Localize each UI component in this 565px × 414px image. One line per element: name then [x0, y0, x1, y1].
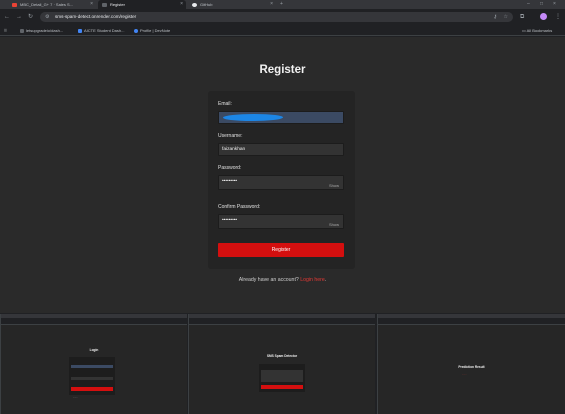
- thumbnail-title: Prediction Result: [458, 365, 485, 369]
- thumbnail-title: SMS Spam Detector: [266, 354, 298, 358]
- tab-strip: MBC_Detail_G+ 7 · Sales S... × Register …: [0, 0, 565, 9]
- minimize-icon[interactable]: –: [527, 0, 530, 9]
- thumbnail-title: Login: [89, 348, 99, 352]
- tab-github[interactable]: GitHub ×: [188, 0, 276, 9]
- username-field[interactable]: faizankhan: [218, 143, 344, 156]
- bookmark-favicon-icon: [20, 28, 24, 33]
- toolbar: ← → ↻ ⚙ sms-spam-detect.onrender.com/reg…: [0, 9, 565, 25]
- password-field[interactable]: ••••••••• Show: [218, 175, 344, 190]
- url-text: sms-spam-detect.onrender.com/register: [55, 14, 137, 19]
- register-card: Email: Username: faizankhan Password: ••…: [208, 91, 355, 269]
- close-tab-icon[interactable]: ×: [270, 0, 273, 9]
- bookmark-label: letsupgradeio/dash...: [26, 28, 64, 33]
- bookmark-item[interactable]: letsupgradeio/dash...: [20, 25, 63, 36]
- bookmark-favicon-icon: [134, 28, 138, 33]
- bookmark-item[interactable]: Profile | DevNote: [134, 25, 170, 36]
- extensions-icon[interactable]: ⧉: [520, 13, 524, 21]
- tab-mbc[interactable]: MBC_Detail_G+ 7 · Sales S... ×: [8, 0, 96, 9]
- redaction-scribble: [221, 114, 285, 121]
- password-value: •••••••••: [222, 179, 238, 184]
- tab-register[interactable]: Register ×: [98, 0, 186, 9]
- bookmark-label: AICTE Student Dash...: [84, 28, 125, 33]
- login-prompt: Already have an account?: [238, 277, 299, 283]
- apps-grid-icon[interactable]: ⠿: [4, 25, 7, 36]
- confirm-password-field[interactable]: ••••••••• Show: [218, 214, 344, 229]
- thumbnail-prediction-result[interactable]: Prediction Result ·······: [377, 314, 565, 414]
- site-info-icon[interactable]: ⚙: [45, 14, 49, 20]
- bookmarks-bar: ⠿ letsupgradeio/dash... AICTE Student Da…: [0, 25, 565, 36]
- page-content: Register Email: Username: faizankhan Pas…: [0, 37, 565, 313]
- password-key-icon[interactable]: ⚷: [493, 12, 497, 22]
- all-bookmarks[interactable]: ▭ All Bookmarks: [522, 25, 552, 36]
- show-confirm-toggle[interactable]: Show: [329, 219, 339, 230]
- email-label: Email:: [218, 101, 232, 107]
- all-bookmarks-label: All Bookmarks: [526, 28, 553, 33]
- maximize-icon[interactable]: □: [540, 0, 543, 9]
- bookmark-star-icon[interactable]: ☆: [504, 12, 508, 22]
- reload-icon[interactable]: ↻: [28, 13, 33, 21]
- password-label: Password:: [218, 165, 242, 171]
- confirm-password-label: Confirm Password:: [218, 204, 261, 210]
- bookmark-favicon-icon: [78, 28, 82, 33]
- window-thumbnails: Login ······· SMS Spam Detector Predicti…: [0, 313, 565, 414]
- username-label: Username:: [218, 133, 243, 139]
- address-bar[interactable]: ⚙ sms-spam-detect.onrender.com/register …: [40, 12, 513, 22]
- github-icon: [192, 2, 197, 7]
- close-tab-icon[interactable]: ×: [90, 0, 93, 9]
- bookmark-item[interactable]: AICTE Student Dash...: [78, 25, 124, 36]
- back-icon[interactable]: ←: [4, 13, 10, 21]
- register-button[interactable]: Register: [218, 243, 344, 257]
- thumbnail-login[interactable]: Login ·······: [0, 314, 187, 414]
- new-tab-button[interactable]: +: [280, 0, 283, 9]
- close-tab-icon[interactable]: ×: [180, 0, 183, 9]
- bookmark-label: Profile | DevNote: [140, 28, 171, 33]
- tab-title: MBC_Detail_G+ 7 · Sales S...: [20, 2, 74, 7]
- tab-title: Register: [110, 2, 125, 7]
- thumbnail-sms-spam-detector[interactable]: SMS Spam Detector: [188, 314, 375, 414]
- tab-favicon-icon: [102, 2, 107, 7]
- tab-favicon-icon: [12, 2, 17, 7]
- forward-icon[interactable]: →: [16, 13, 22, 21]
- show-password-toggle[interactable]: Show: [329, 180, 339, 191]
- tab-title: GitHub: [200, 2, 213, 7]
- login-prompt-line: Already have an account? Login here.: [238, 277, 327, 283]
- page-title: Register: [259, 64, 306, 76]
- login-link[interactable]: Login here: [300, 277, 325, 283]
- close-window-icon[interactable]: ×: [553, 0, 556, 9]
- email-field[interactable]: [218, 111, 344, 124]
- confirm-password-value: •••••••••: [222, 218, 238, 223]
- menu-kebab-icon[interactable]: ⋮: [555, 13, 561, 21]
- avatar[interactable]: [540, 13, 547, 20]
